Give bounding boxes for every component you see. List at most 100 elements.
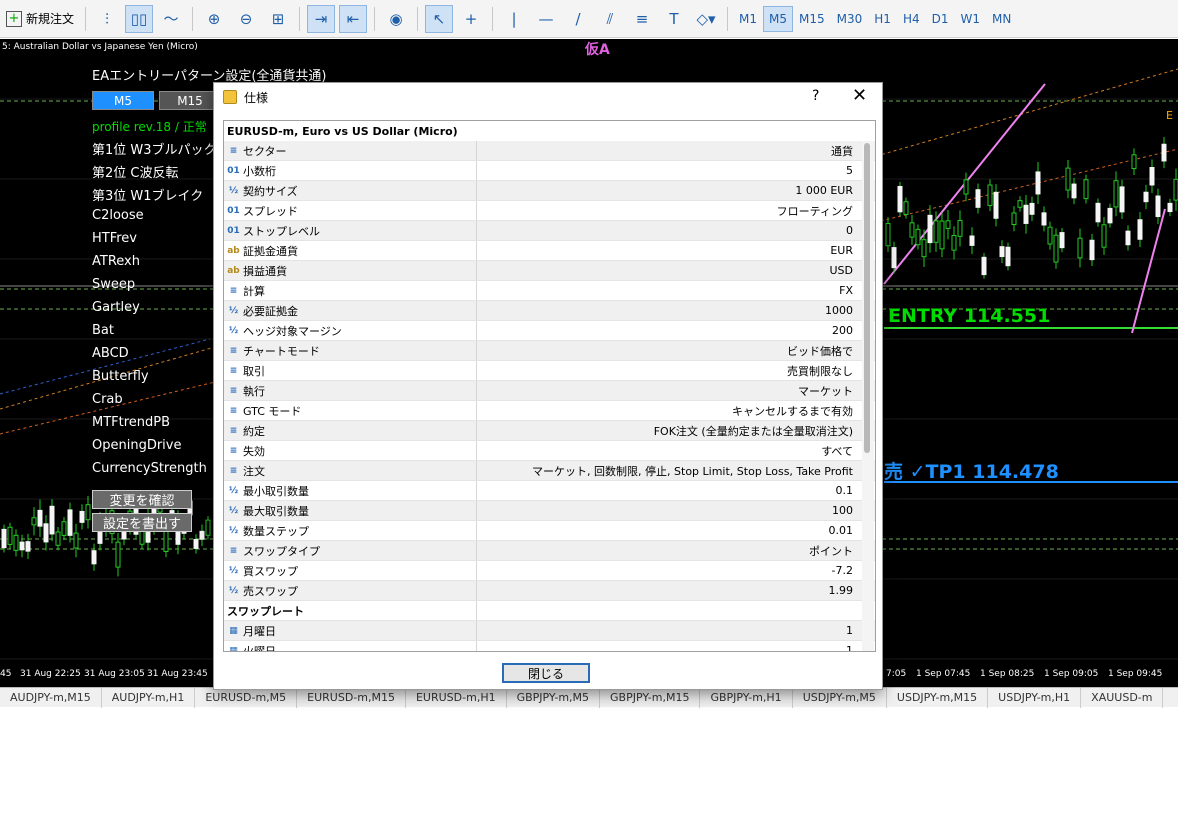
- ea-pattern-item: 第2位 C波反転: [92, 166, 179, 181]
- ea-tab-m5[interactable]: M5: [92, 91, 154, 110]
- line-chart-icon[interactable]: 〜: [157, 5, 185, 33]
- timeframe-mn[interactable]: MN: [986, 6, 1017, 32]
- spec-row: ▦ 月曜日 1: [224, 621, 875, 641]
- spec-value: マーケット, 回数制限, 停止, Stop Limit, Stop Loss, …: [532, 464, 853, 478]
- channel-icon[interactable]: ⫽: [596, 5, 624, 33]
- bar-chart-icon[interactable]: ⫶: [93, 5, 121, 33]
- timeframe-m30[interactable]: M30: [831, 6, 869, 32]
- chart-shift-icon[interactable]: ⇤: [339, 4, 368, 33]
- new-order-button[interactable]: + 新規注文: [0, 5, 80, 33]
- zoom-out-icon[interactable]: ⊖: [232, 5, 260, 33]
- spec-name-cell: 01 ストップレベル: [224, 221, 477, 240]
- candle-body: [933, 220, 939, 243]
- chart-tab[interactable]: AUDJPY-m,H1: [102, 687, 196, 708]
- spec-name-cell: ≡ 計算: [224, 281, 477, 300]
- shapes-icon[interactable]: ◇▾: [692, 5, 720, 33]
- help-button[interactable]: ?: [812, 88, 819, 104]
- timeframe-m5[interactable]: M5: [763, 5, 794, 32]
- close-button[interactable]: 閉じる: [502, 663, 590, 683]
- spec-value: ビッド価格で: [787, 344, 853, 358]
- ea-pattern-item: Crab: [92, 392, 123, 407]
- candle-body: [1167, 202, 1173, 213]
- trendline-icon[interactable]: /: [564, 5, 592, 33]
- ea-pattern-item: CurrencyStrength: [92, 461, 207, 476]
- ea-pattern-item: Butterfly: [92, 369, 149, 384]
- spec-value: -7.2: [831, 564, 853, 577]
- spec-type-icon: ≡: [229, 145, 238, 156]
- screenshot-icon[interactable]: ◉: [382, 5, 410, 33]
- timeframe-h1[interactable]: H1: [868, 6, 897, 32]
- spec-row: ≡ スワップタイプ ポイント: [224, 541, 875, 561]
- spec-type-icon: ½: [228, 505, 239, 516]
- horizontal-line-icon[interactable]: —: [532, 5, 560, 33]
- candle-body: [1023, 204, 1029, 224]
- spec-type-icon: ½: [228, 305, 239, 316]
- chart-marker-a: 仮A: [585, 42, 610, 58]
- chart-tab[interactable]: AUDJPY-m,M15: [0, 687, 102, 708]
- cursor-icon[interactable]: ↖: [425, 4, 454, 33]
- tile-windows-icon[interactable]: ⊞: [264, 5, 292, 33]
- ea-pattern-item: ABCD: [92, 346, 129, 361]
- ea-pattern-item: HTFrev: [92, 231, 137, 246]
- scrollbar-thumb[interactable]: [864, 143, 870, 453]
- timeframe-m15[interactable]: M15: [793, 6, 831, 32]
- spec-value: 0: [846, 224, 853, 237]
- chart-tab[interactable]: GBPJPY-m,H1: [700, 687, 793, 708]
- crosshair-icon[interactable]: +: [457, 5, 485, 33]
- time-axis-label: 31 Aug 22:25: [20, 669, 81, 679]
- timeframe-w1[interactable]: W1: [954, 6, 986, 32]
- spec-scrollbar[interactable]: [862, 141, 874, 651]
- spec-name: 注文: [243, 464, 265, 478]
- spec-type-icon: ab: [227, 245, 240, 256]
- candle-body: [1107, 207, 1113, 224]
- candle-body: [85, 504, 91, 521]
- fibonacci-icon[interactable]: ≡: [628, 5, 656, 33]
- spec-row: ≡ 執行 マーケット: [224, 381, 875, 401]
- ea-pattern-item: Bat: [92, 323, 114, 338]
- confirm-changes-button[interactable]: 変更を確認: [92, 490, 192, 509]
- candle-body: [945, 220, 951, 229]
- text-icon[interactable]: T: [660, 5, 688, 33]
- spec-name: スプレッド: [243, 204, 298, 218]
- spec-name-cell: ½ 売スワップ: [224, 581, 477, 600]
- auto-scroll-icon[interactable]: ⇥: [307, 4, 336, 33]
- chart-tab[interactable]: EURUSD-m,M5: [195, 687, 298, 708]
- chart-tab[interactable]: GBPJPY-m,M5: [507, 687, 601, 708]
- close-icon[interactable]: ✕: [852, 85, 867, 106]
- zoom-in-icon[interactable]: ⊕: [200, 5, 228, 33]
- chart-tab[interactable]: USDJPY-m,M15: [887, 687, 989, 708]
- timeframe-d1[interactable]: D1: [926, 6, 955, 32]
- spec-name: 小数桁: [243, 164, 276, 178]
- candle-body: [67, 509, 73, 536]
- ea-tab-m15[interactable]: M15: [159, 91, 221, 110]
- candlestick-icon[interactable]: ▯▯: [125, 4, 154, 33]
- spec-row: ≡ GTC モード キャンセルするまで有効: [224, 401, 875, 421]
- candle-body: [999, 246, 1005, 258]
- chart-tab[interactable]: GBPJPY-m,M15: [600, 687, 701, 708]
- spec-type-icon: ▦: [229, 625, 238, 636]
- chart-tab[interactable]: XAUUSD-m: [1081, 687, 1164, 708]
- timeframe-m1[interactable]: M1: [733, 6, 763, 32]
- candle-body: [1101, 224, 1107, 248]
- spec-name: 最小取引数量: [243, 484, 309, 498]
- spec-name-cell: ½ 最小取引数量: [224, 481, 477, 500]
- toolbar-separator: [417, 6, 419, 31]
- chart-tab[interactable]: USDJPY-m,M5: [793, 687, 887, 708]
- timeframe-h4[interactable]: H4: [897, 6, 926, 32]
- spec-name: 買スワップ: [243, 564, 298, 578]
- export-settings-button[interactable]: 設定を書出す: [92, 513, 192, 532]
- candle-body: [1131, 154, 1137, 170]
- vertical-line-icon[interactable]: |: [500, 5, 528, 33]
- chart-tab[interactable]: EURUSD-m,H1: [406, 687, 507, 708]
- chart-tab[interactable]: EURUSD-m,M15: [297, 687, 406, 708]
- spec-name: 月曜日: [243, 624, 276, 638]
- spec-value: USD: [829, 264, 853, 277]
- candle-body: [1035, 171, 1041, 195]
- spec-row: ≡ チャートモード ビッド価格で: [224, 341, 875, 361]
- spec-value: FOK注文 (全量約定または全量取消注文): [653, 424, 853, 438]
- chart-tab[interactable]: USDJPY-m,H1: [988, 687, 1082, 708]
- spec-name: 証拠金通貨: [243, 244, 298, 258]
- spec-name-cell: ½ 契約サイズ: [224, 181, 477, 200]
- candle-body: [199, 530, 205, 540]
- candle-body: [897, 185, 903, 213]
